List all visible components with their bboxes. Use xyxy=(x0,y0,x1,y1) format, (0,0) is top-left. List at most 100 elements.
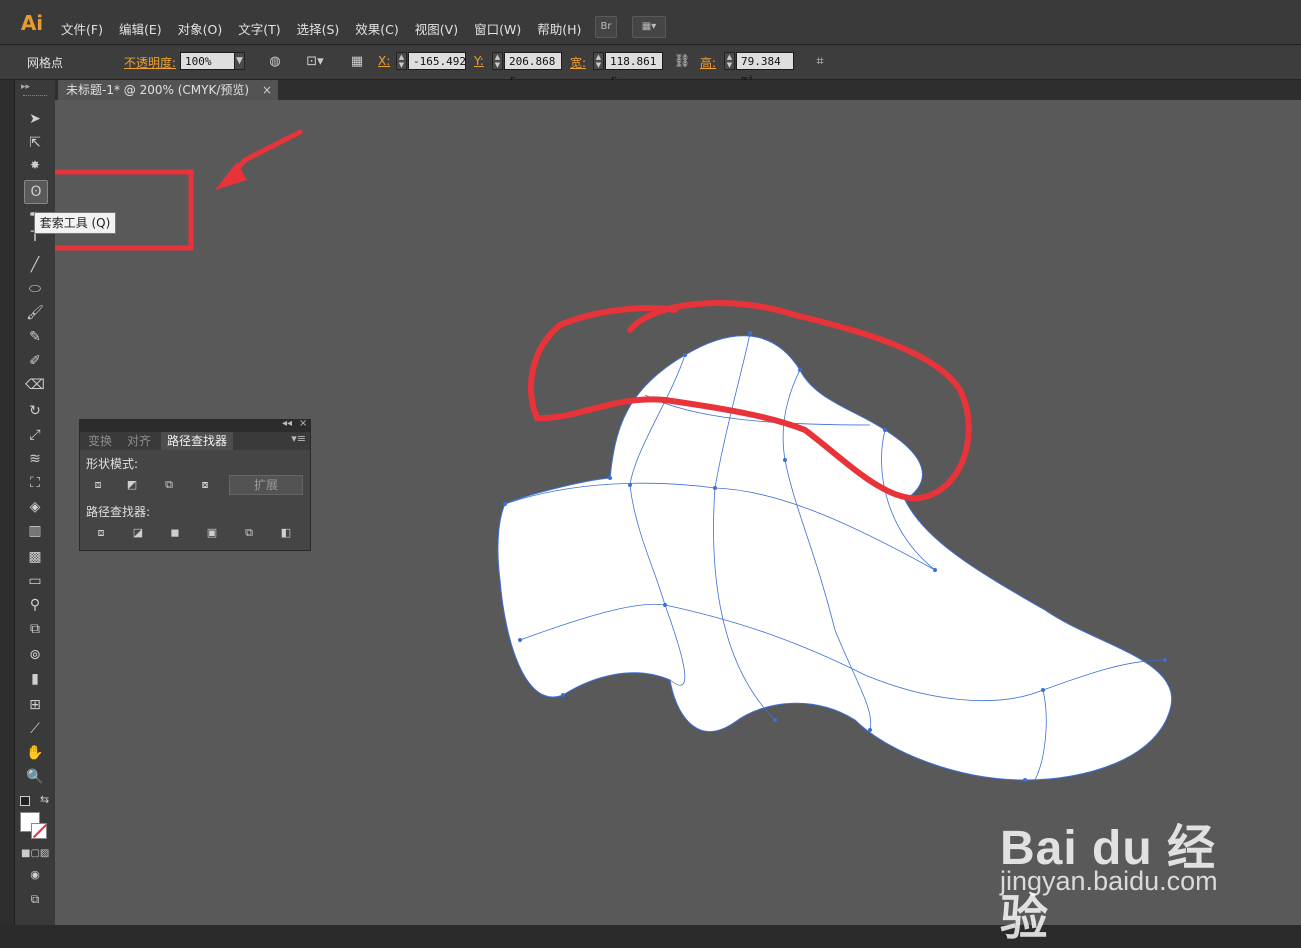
y-field[interactable]: 206.868 r xyxy=(504,52,562,86)
height-spinner-icon[interactable]: ▲ ▼ xyxy=(724,52,735,70)
y-label: Y: xyxy=(474,54,484,68)
tab-pathfinder[interactable]: 路径查找器 xyxy=(161,432,234,450)
outline-icon[interactable]: ⧉ xyxy=(241,526,257,540)
width-spinner-icon[interactable]: ▲ ▼ xyxy=(593,52,604,70)
workspace-switcher-icon[interactable]: ▦▾ xyxy=(632,16,666,38)
zoom-tool-icon[interactable]: 🔍 xyxy=(24,766,46,788)
panel-tabs: 变换 对齐 路径查找器 ▾≡ xyxy=(80,432,310,450)
constrain-link-icon[interactable]: ⛓ xyxy=(672,53,692,71)
height-field[interactable]: 79.384 mi xyxy=(736,52,794,86)
panel-header[interactable]: ◂◂ × xyxy=(80,418,310,432)
menu-window[interactable]: 窗口(W) xyxy=(466,17,529,40)
paintbrush-tool-icon[interactable]: 🖌 xyxy=(24,302,46,324)
toolbar-grip[interactable] xyxy=(23,95,47,99)
rotate-tool-icon[interactable]: ↻ xyxy=(24,400,46,422)
menu-bar: Ai 文件(F) 编辑(E) 对象(O) 文字(T) 选择(S) 效果(C) 视… xyxy=(0,0,1301,45)
intersect-icon[interactable]: ⧉ xyxy=(161,478,177,492)
menu-effect[interactable]: 效果(C) xyxy=(347,17,406,40)
blend-tool-icon[interactable]: ⧉ xyxy=(24,618,46,640)
symbol-sprayer-tool-icon[interactable]: ⊚ xyxy=(24,644,46,666)
toolbar-collapse-icon[interactable]: ▸▸ xyxy=(21,82,30,92)
mesh-object xyxy=(497,335,1173,781)
recolor-icon[interactable]: ◍ xyxy=(265,53,285,71)
artboard-tool-icon[interactable]: ⊞ xyxy=(24,694,46,716)
free-transform-tool-icon[interactable]: ⛶ xyxy=(24,472,46,494)
left-strip xyxy=(0,80,14,925)
panel-close-icon[interactable]: × xyxy=(299,418,307,429)
ellipse-tool-icon[interactable]: ⬭ xyxy=(24,278,46,300)
y-spinner-icon[interactable]: ▲ ▼ xyxy=(492,52,503,70)
exclude-icon[interactable]: ⧇ xyxy=(197,478,213,492)
width-label: 宽: xyxy=(570,56,587,70)
bridge-button[interactable]: Br xyxy=(595,16,617,38)
eraser-tool-icon[interactable]: ⌫ xyxy=(24,374,46,396)
magic-wand-tool-icon[interactable]: ✸ xyxy=(24,154,46,176)
x-spinner-icon[interactable]: ▲ ▼ xyxy=(396,52,407,70)
panel-menu-icon[interactable]: ▾≡ xyxy=(291,432,306,445)
column-graph-tool-icon[interactable]: ▮ xyxy=(24,668,46,690)
menu-file[interactable]: 文件(F) xyxy=(53,17,111,40)
panel-collapse-icon[interactable]: ◂◂ xyxy=(282,418,292,429)
tab-transform[interactable]: 变换 xyxy=(82,432,118,450)
stroke-swatch[interactable] xyxy=(31,823,48,839)
expand-button[interactable]: 扩展 xyxy=(229,475,303,495)
x-label: X: xyxy=(378,54,391,68)
minus-front-icon[interactable]: ◩ xyxy=(124,478,140,492)
pencil-tool-icon[interactable]: ✎ xyxy=(24,326,46,348)
isolate-icon[interactable]: ⌗ xyxy=(810,53,830,71)
pathfinder-panel: ◂◂ × 变换 对齐 路径查找器 ▾≡ 形状模式: ⧈ ◩ ⧉ ⧇ 扩展 路径查… xyxy=(79,418,311,551)
perspective-grid-tool-icon[interactable]: ▥ xyxy=(24,520,46,542)
lasso-tool-icon[interactable]: ʘ xyxy=(24,180,48,204)
transform-icon[interactable]: ⊡▾ xyxy=(305,53,325,71)
default-colors-icon[interactable] xyxy=(20,796,30,806)
x-field[interactable]: -165.492 xyxy=(408,52,466,70)
minus-back-icon[interactable]: ◧ xyxy=(278,526,294,540)
shape-modes-label: 形状模式: xyxy=(86,457,139,471)
eyedropper-tool-icon[interactable]: ⚲ xyxy=(24,594,46,616)
unite-icon[interactable]: ⧈ xyxy=(90,478,106,492)
menu-edit[interactable]: 编辑(E) xyxy=(111,17,170,40)
blob-brush-tool-icon[interactable]: ✐ xyxy=(24,350,46,372)
selection-tool-icon[interactable]: ➤ xyxy=(24,108,46,130)
gradient-tool-icon[interactable]: ▭ xyxy=(24,570,46,592)
menu-items: 文件(F) 编辑(E) 对象(O) 文字(T) 选择(S) 效果(C) 视图(V… xyxy=(53,17,589,40)
menu-type[interactable]: 文字(T) xyxy=(230,17,288,40)
divide-icon[interactable]: ⧈ xyxy=(93,526,109,540)
menu-object[interactable]: 对象(O) xyxy=(170,17,231,40)
opacity-label[interactable]: 不透明度: xyxy=(124,54,176,71)
document-tab[interactable]: 未标题-1* @ 200% (CMYK/预览) × xyxy=(58,80,278,100)
app-logo: Ai xyxy=(20,11,44,35)
scale-tool-icon[interactable]: ⤢ xyxy=(24,424,46,446)
lasso-tooltip: 套索工具 (Q) xyxy=(34,212,116,234)
shape-builder-tool-icon[interactable]: ◈ xyxy=(24,496,46,518)
selection-type-label: 网格点 xyxy=(27,56,64,70)
line-tool-icon[interactable]: ╱ xyxy=(24,254,46,276)
swap-colors-icon[interactable]: ⇆ xyxy=(40,793,49,806)
document-tab-bar: 未标题-1* @ 200% (CMYK/预览) × xyxy=(55,80,1301,100)
width-tool-icon[interactable]: ≋ xyxy=(24,448,46,470)
trim-icon[interactable]: ◪ xyxy=(130,526,146,540)
direct-selection-tool-icon[interactable]: ⇱ xyxy=(24,132,46,154)
document-tab-title: 未标题-1* @ 200% (CMYK/预览) xyxy=(66,83,250,97)
tab-align[interactable]: 对齐 xyxy=(121,432,157,450)
close-icon[interactable]: × xyxy=(262,80,272,100)
pathfinders-label: 路径查找器: xyxy=(86,505,151,519)
slice-tool-icon[interactable]: ⟋ xyxy=(24,718,46,740)
drawing-mode-icon[interactable]: ◉ xyxy=(24,864,46,886)
opacity-field[interactable]: 100% xyxy=(180,52,236,70)
mesh-tool-icon[interactable]: ▩ xyxy=(24,546,46,568)
menu-help[interactable]: 帮助(H) xyxy=(529,17,589,40)
width-field[interactable]: 118.861 r xyxy=(605,52,663,86)
menu-select[interactable]: 选择(S) xyxy=(289,17,348,40)
menu-view[interactable]: 视图(V) xyxy=(407,17,466,40)
merge-icon[interactable]: ◼ xyxy=(167,526,183,540)
screen-mode-icon[interactable]: ⧉ xyxy=(24,888,46,910)
reference-point-icon[interactable]: ▦ xyxy=(347,53,367,71)
control-bar: 网格点 不透明度: 100% ▼ ◍ ⊡▾ ▦ X: ▲ ▼ -165.492 Y… xyxy=(0,45,1301,86)
height-label: 高: xyxy=(700,56,717,70)
color-mode-icons[interactable]: ■▢▨ xyxy=(21,848,49,859)
opacity-dropdown-icon[interactable]: ▼ xyxy=(234,52,245,70)
hand-tool-icon[interactable]: ✋ xyxy=(24,742,46,764)
annotation-highlight-box xyxy=(55,169,194,251)
crop-icon[interactable]: ▣ xyxy=(204,526,220,540)
